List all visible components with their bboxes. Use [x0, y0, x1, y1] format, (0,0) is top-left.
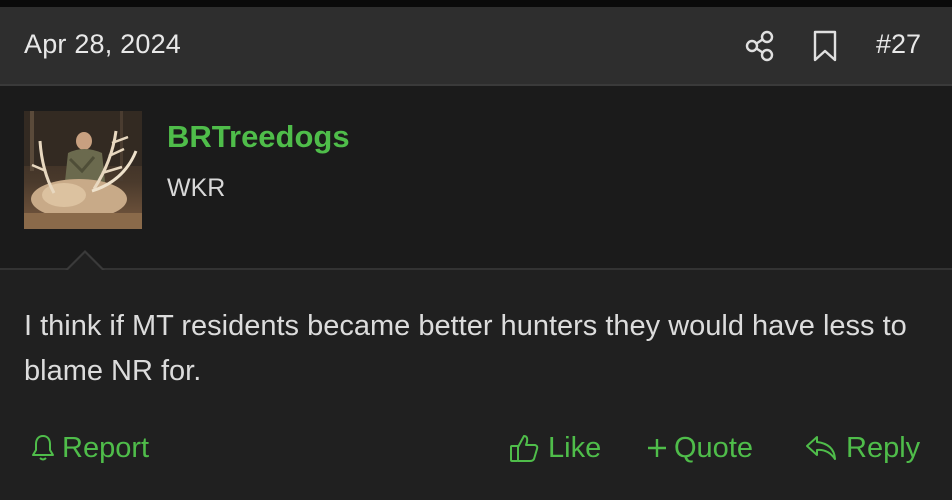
- top-bar: [0, 0, 952, 7]
- post-date[interactable]: Apr 28, 2024: [24, 29, 181, 60]
- reply-button[interactable]: Reply: [804, 430, 920, 466]
- report-button[interactable]: Report: [30, 430, 149, 466]
- quote-label: Quote: [674, 431, 753, 464]
- bell-icon: [30, 433, 56, 463]
- plus-icon: [646, 437, 668, 459]
- reply-label: Reply: [846, 431, 921, 464]
- report-label: Report: [62, 431, 150, 464]
- post-body: I think if MT residents became better hu…: [0, 270, 952, 500]
- post-header: Apr 28, 2024 #27: [0, 7, 952, 86]
- message-text: I think if MT residents became better hu…: [24, 310, 907, 387]
- user-block: BRTreedogs WKR: [0, 86, 952, 270]
- bookmark-icon[interactable]: [812, 29, 838, 63]
- username-link[interactable]: BRTreedogs: [167, 119, 350, 155]
- share-icon[interactable]: [745, 29, 775, 63]
- like-label: Like: [548, 431, 602, 464]
- like-button[interactable]: Like: [508, 430, 601, 466]
- reply-arrow-icon: [804, 433, 838, 463]
- quote-button[interactable]: Quote: [646, 430, 753, 466]
- thumbs-up-icon: [508, 432, 540, 464]
- user-title: WKR: [167, 174, 226, 202]
- avatar[interactable]: [24, 111, 142, 229]
- post-number-link[interactable]: #27: [876, 29, 921, 60]
